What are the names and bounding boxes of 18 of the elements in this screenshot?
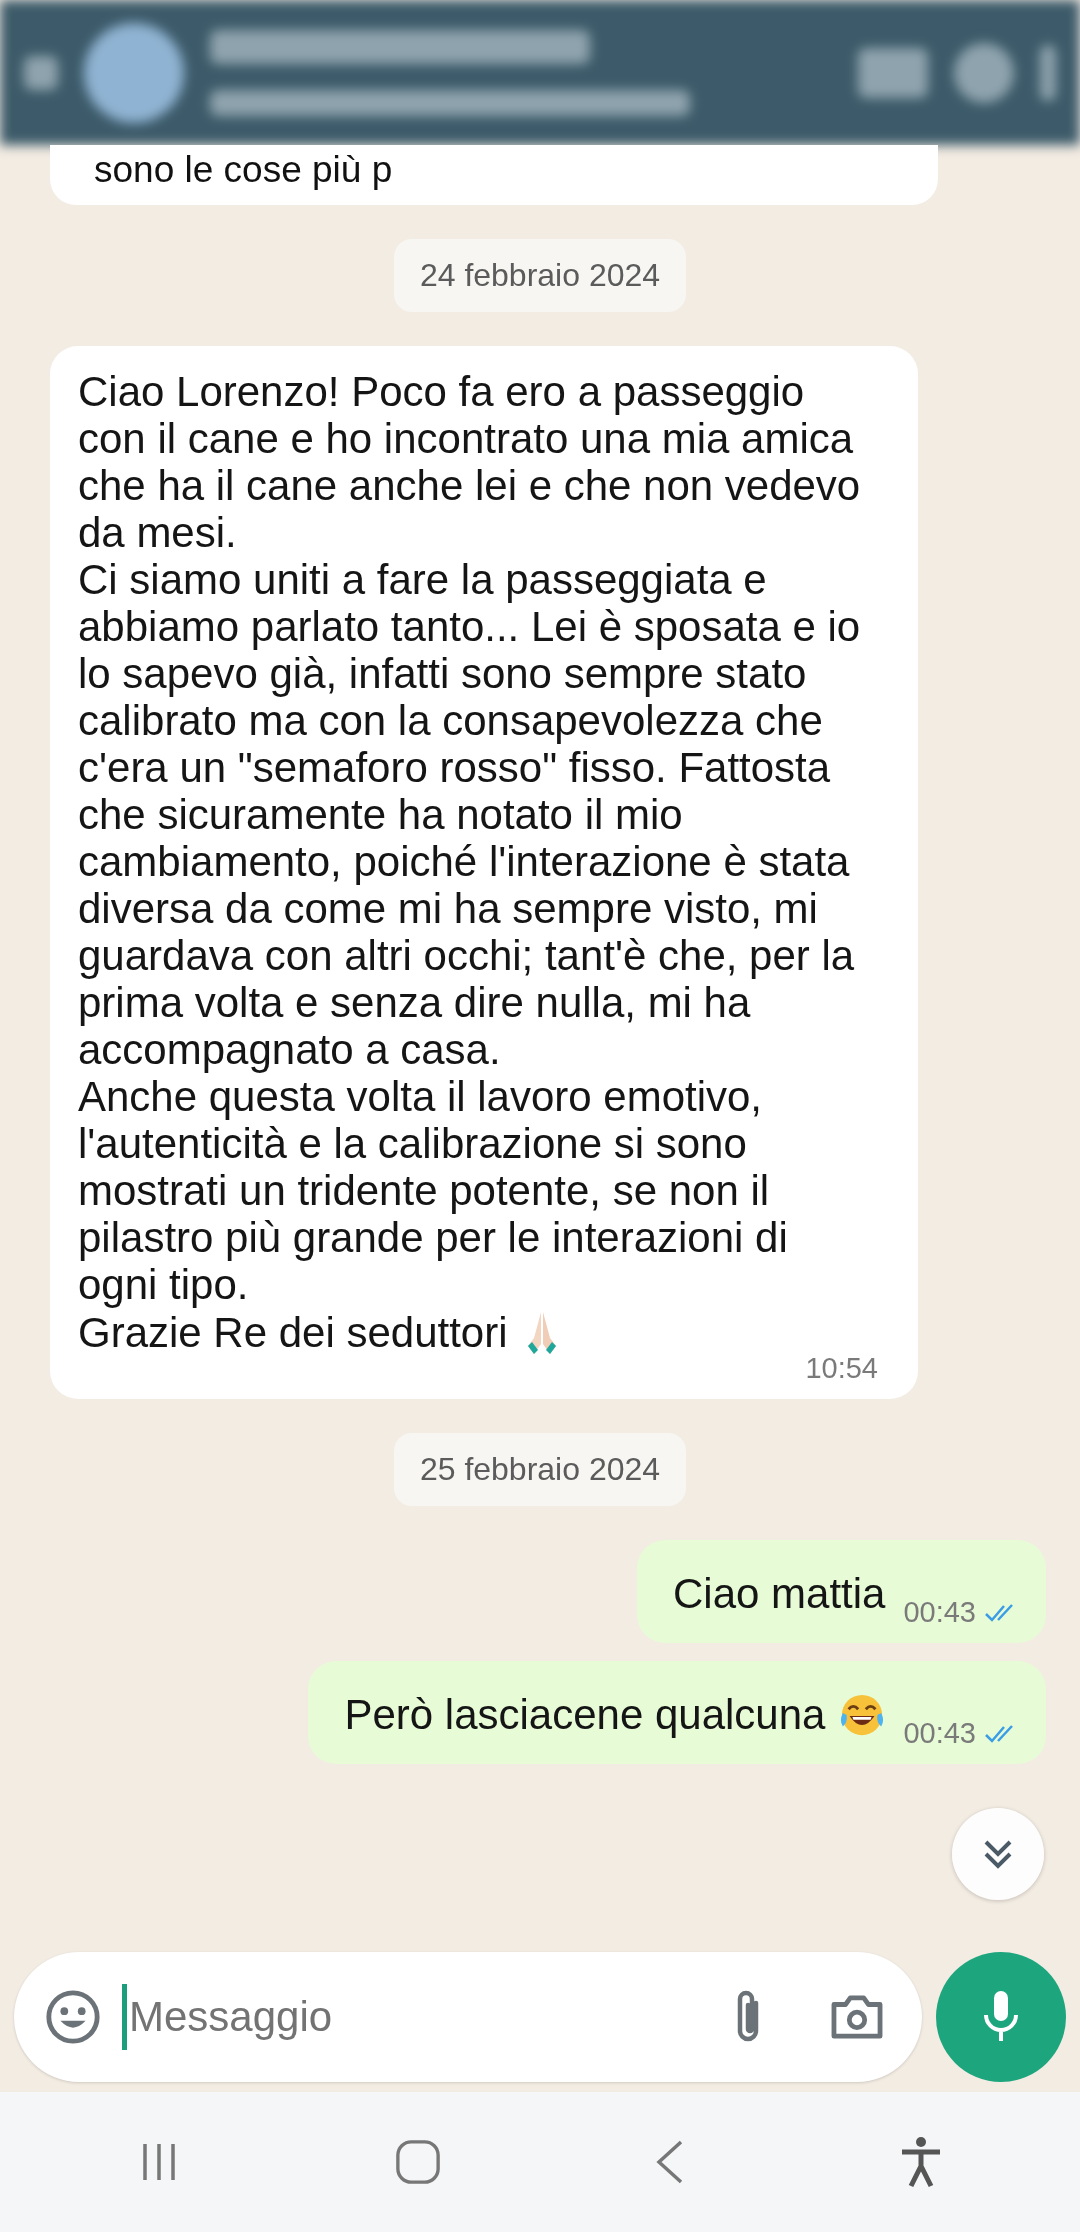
message-time: 00:43: [903, 1596, 976, 1629]
message-text: Ciao Lorenzo! Poco fa ero a passeggio con il cane e ho incontrato una mia amica che ha il cane anche lei e che non vedevo da mesi.: [78, 368, 862, 556]
message-time: 00:43: [903, 1717, 976, 1750]
message-text: Ciao mattia: [673, 1569, 886, 1619]
message-time: 10:54: [805, 1352, 878, 1385]
accessibility-icon[interactable]: [899, 2136, 943, 2188]
scroll-down-button[interactable]: [952, 1808, 1044, 1900]
message-text: Però lasciacene qualcuna: [344, 1690, 826, 1740]
date-chip: 25 febbraio 2024: [393, 1433, 687, 1506]
message-field[interactable]: Messaggio: [14, 1952, 922, 2082]
message-text: sono le cose più p: [94, 149, 393, 190]
date-chip: 24 febbraio 2024: [393, 239, 687, 312]
back-icon[interactable]: [655, 2139, 685, 2185]
message-text: Anche questa volta il lavoro emotivo, l'autenticità e la calibrazione si sono mostrati un tridente potente, se non il pilastro più grande per le interazioni di ogni tipo.: [78, 1073, 789, 1308]
emoji-icon[interactable]: [44, 1988, 102, 2046]
message-text: Ci siamo uniti a fare la passeggiata e abbiamo parlato tanto... Lei è sposata e io lo sapevo già, infatti sono sempre stato calibrato ma con la consapevolezza che c'era un "semaforo rosso" fisso. Fattosta che sicuramente ha notato il mio cambiamento, poiché l'interazione è stata diversa da come mi ha sempre visto, mi guardava con altri occhi; tant'è che, per la prima volta e senza dire nulla, mi ha accompagnato a casa.: [78, 556, 862, 1073]
home-icon[interactable]: [395, 2139, 441, 2185]
message-text: Grazie Re dei seduttori: [78, 1308, 508, 1356]
